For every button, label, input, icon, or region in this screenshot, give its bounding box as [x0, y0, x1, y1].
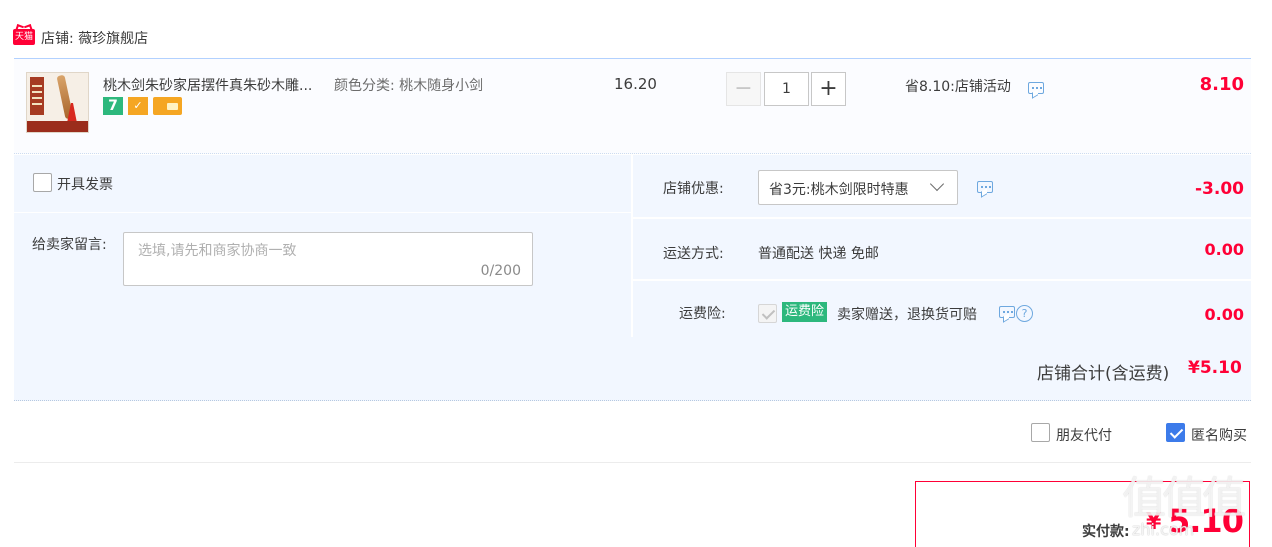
quantity-input[interactable]: 1 [764, 72, 809, 106]
friend-pay-label[interactable]: 朋友代付 [1056, 425, 1112, 445]
seller-message-placeholder: 选填,请先和商家协商一致 [138, 243, 297, 259]
promo-comment-icon[interactable] [1028, 82, 1044, 94]
shop-discount-selected: 省3元:桃木剑限时特惠 [769, 182, 909, 198]
thumbnail-footer [27, 121, 88, 132]
message-label: 给卖家留言: [32, 237, 107, 253]
help-icon[interactable]: ? [1016, 305, 1033, 322]
thumbnail-text-panel [30, 77, 44, 115]
site-watermark-url: zhi.com [1132, 520, 1195, 539]
shop-discount-label: 店铺优惠: [663, 181, 724, 197]
shop-total-label: 店铺合计(含运费) [1037, 364, 1170, 384]
insurance-description: 卖家赠送，退换货可赔 [837, 307, 977, 323]
insurance-label: 运费险: [679, 306, 726, 322]
message-char-count: 0/200 [480, 263, 521, 279]
item-subtotal: 8.10 [1199, 74, 1244, 95]
unit-price: 16.20 [614, 75, 657, 93]
shop-discount-amount: -3.00 [1195, 179, 1244, 199]
anonymous-purchase-checkbox[interactable] [1166, 423, 1185, 442]
invoice-label[interactable]: 开具发票 [57, 174, 113, 194]
shipping-label: 运送方式: [663, 246, 724, 262]
seven-day-return-icon[interactable]: 7 [103, 97, 123, 115]
shop-total-value: ¥5.10 [1188, 358, 1242, 378]
quantity-decrease-button[interactable]: − [726, 72, 761, 106]
anonymous-purchase-label[interactable]: 匿名购买 [1191, 425, 1247, 445]
credit-card-icon[interactable] [153, 97, 182, 115]
guarantee-shield-icon[interactable]: ✓ [128, 97, 148, 115]
insurance-badge: 运费险 [782, 302, 828, 322]
invoice-checkbox[interactable] [33, 173, 52, 192]
insurance-amount: 0.00 [1204, 305, 1244, 324]
quantity-increase-button[interactable]: + [811, 72, 846, 106]
product-sku: 颜色分类: 桃木随身小剑 [334, 78, 484, 94]
product-title-link[interactable]: 桃木剑朱砂家居摆件真朱砂木雕... [103, 75, 312, 95]
section-divider [14, 462, 1251, 463]
shipping-method: 普通配送 快递 免邮 [758, 246, 879, 262]
item-promotion: 省8.10:店铺活动 [905, 79, 1011, 95]
product-thumbnail[interactable] [26, 72, 89, 133]
insurance-comment-icon[interactable] [999, 306, 1015, 318]
cart-item-row [14, 58, 1251, 154]
tmall-badge-icon: 天猫 [13, 29, 35, 45]
discount-comment-icon[interactable] [977, 181, 993, 193]
insurance-checkbox [758, 304, 777, 323]
shop-name[interactable]: 店铺: 薇珍旗舰店 [41, 28, 148, 48]
shipping-amount: 0.00 [1204, 240, 1244, 259]
site-watermark: 值值值 [1122, 473, 1246, 524]
friend-pay-checkbox[interactable] [1031, 423, 1050, 442]
